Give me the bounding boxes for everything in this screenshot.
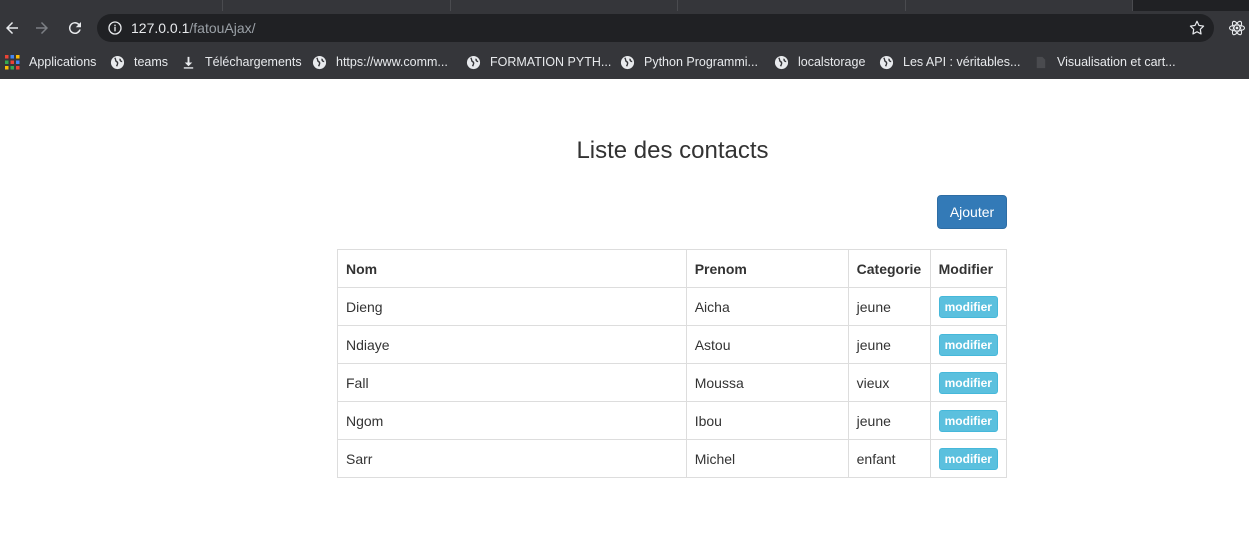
page-icon: [1032, 54, 1048, 70]
bookmark-label: Les API : véritables...: [903, 55, 1021, 69]
cell-nom: Ndiaye: [337, 325, 687, 364]
column-header-categorie: Categorie: [847, 249, 931, 288]
cell-prenom: Ibou: [685, 401, 849, 440]
bookmark-label: Visualisation et cart...: [1057, 55, 1176, 69]
table-header-row: Nom Prenom Categorie Modifier: [337, 249, 1008, 288]
bookmark-localstorage[interactable]: localstorage: [773, 54, 865, 70]
cell-prenom: Moussa: [685, 363, 849, 402]
add-contact-button[interactable]: Ajouter: [937, 195, 1007, 229]
bookmark-telechargements[interactable]: Téléchargements: [180, 54, 302, 70]
bookmark-label: https://www.comm...: [336, 55, 448, 69]
bookmark-label: FORMATION PYTH...: [490, 55, 612, 69]
url-path: /fatouAjax/: [189, 20, 256, 36]
bookmark-label: Python Programmi...: [644, 55, 758, 69]
bookmark-label: teams: [134, 55, 169, 69]
bookmark-teams[interactable]: teams: [109, 54, 168, 70]
cell-action: modifier: [929, 363, 1008, 402]
tab-strip: [0, 0, 1249, 11]
modify-button[interactable]: modifier: [938, 295, 998, 318]
browser-tab-active[interactable]: [678, 0, 906, 11]
globe-icon: [773, 54, 789, 70]
bookmark-applications[interactable]: Applications: [4, 54, 96, 70]
browser-tab[interactable]: [0, 0, 223, 11]
address-bar[interactable]: 127.0.0.1/fatouAjax/: [97, 14, 1214, 42]
cell-nom: Ngom: [337, 401, 687, 440]
cell-nom: Sarr: [337, 439, 687, 478]
url-text[interactable]: 127.0.0.1/fatouAjax/: [131, 20, 256, 36]
modify-button[interactable]: modifier: [938, 409, 998, 432]
table-row: Fall Moussa vieux modifier: [337, 363, 1008, 402]
globe-icon: [878, 54, 894, 70]
bookmark-visualisation[interactable]: Visualisation et cart...: [1032, 54, 1176, 70]
column-header-modifier: Modifier: [929, 249, 1008, 288]
cell-categorie: jeune: [847, 287, 931, 326]
table-row: Dieng Aicha jeune modifier: [337, 287, 1008, 326]
modify-button[interactable]: modifier: [938, 333, 998, 356]
arrow-left-icon: [6, 22, 18, 34]
bookmark-label: localstorage: [798, 55, 866, 69]
table-row: Ndiaye Astou jeune modifier: [337, 325, 1008, 364]
cell-action: modifier: [929, 401, 1008, 440]
apps-grid-icon: [4, 54, 20, 70]
download-icon: [180, 54, 196, 70]
modify-button[interactable]: modifier: [938, 447, 998, 470]
globe-icon: [619, 54, 635, 70]
reload-icon: [68, 22, 81, 35]
contacts-table: Nom Prenom Categorie Modifier Dieng Aich…: [337, 249, 1008, 478]
bookmarks-bar: Applications teams Téléchargements https…: [0, 45, 1249, 79]
globe-icon: [311, 54, 327, 70]
browser-tab[interactable]: [451, 0, 678, 11]
bookmark-www-comm[interactable]: https://www.comm...: [311, 54, 448, 70]
globe-icon: [465, 54, 481, 70]
bookmark-label: Applications: [29, 55, 97, 69]
globe-icon: [109, 54, 125, 70]
star-icon[interactable]: [1188, 19, 1206, 37]
browser-tab[interactable]: [906, 0, 1133, 11]
url-host: 127.0.0.1: [131, 20, 190, 36]
table-row: Ngom Ibou jeune modifier: [337, 401, 1008, 440]
cell-prenom: Astou: [685, 325, 849, 364]
bookmark-label: Téléchargements: [205, 55, 302, 69]
info-icon[interactable]: [107, 20, 123, 36]
arrow-right-icon: [36, 22, 48, 34]
column-header-prenom: Prenom: [685, 249, 849, 288]
bookmark-les-api[interactable]: Les API : véritables...: [878, 54, 1020, 70]
page-title: Liste des contacts: [576, 137, 769, 164]
browser-toolbar: 127.0.0.1/fatouAjax/: [0, 11, 1249, 45]
modify-button[interactable]: modifier: [938, 371, 998, 394]
cell-categorie: vieux: [847, 363, 931, 402]
cell-prenom: Michel: [685, 439, 849, 478]
column-header-nom: Nom: [337, 249, 687, 288]
cell-nom: Dieng: [337, 287, 687, 326]
reload-button[interactable]: [63, 16, 87, 40]
cell-nom: Fall: [337, 363, 687, 402]
cell-action: modifier: [929, 287, 1008, 326]
react-extension-icon[interactable]: [1228, 19, 1246, 37]
cell-categorie: jeune: [847, 401, 931, 440]
cell-categorie: jeune: [847, 325, 931, 364]
cell-action: modifier: [929, 325, 1008, 364]
bookmark-formation-python[interactable]: FORMATION PYTH...: [465, 54, 611, 70]
cell-action: modifier: [929, 439, 1008, 478]
back-button[interactable]: [0, 16, 24, 40]
cell-prenom: Aicha: [685, 287, 849, 326]
bookmark-python-programming[interactable]: Python Programmi...: [619, 54, 758, 70]
cell-categorie: enfant: [847, 439, 931, 478]
table-row: Sarr Michel enfant modifier: [337, 439, 1008, 478]
browser-tab[interactable]: [223, 0, 451, 11]
forward-button[interactable]: [30, 16, 54, 40]
